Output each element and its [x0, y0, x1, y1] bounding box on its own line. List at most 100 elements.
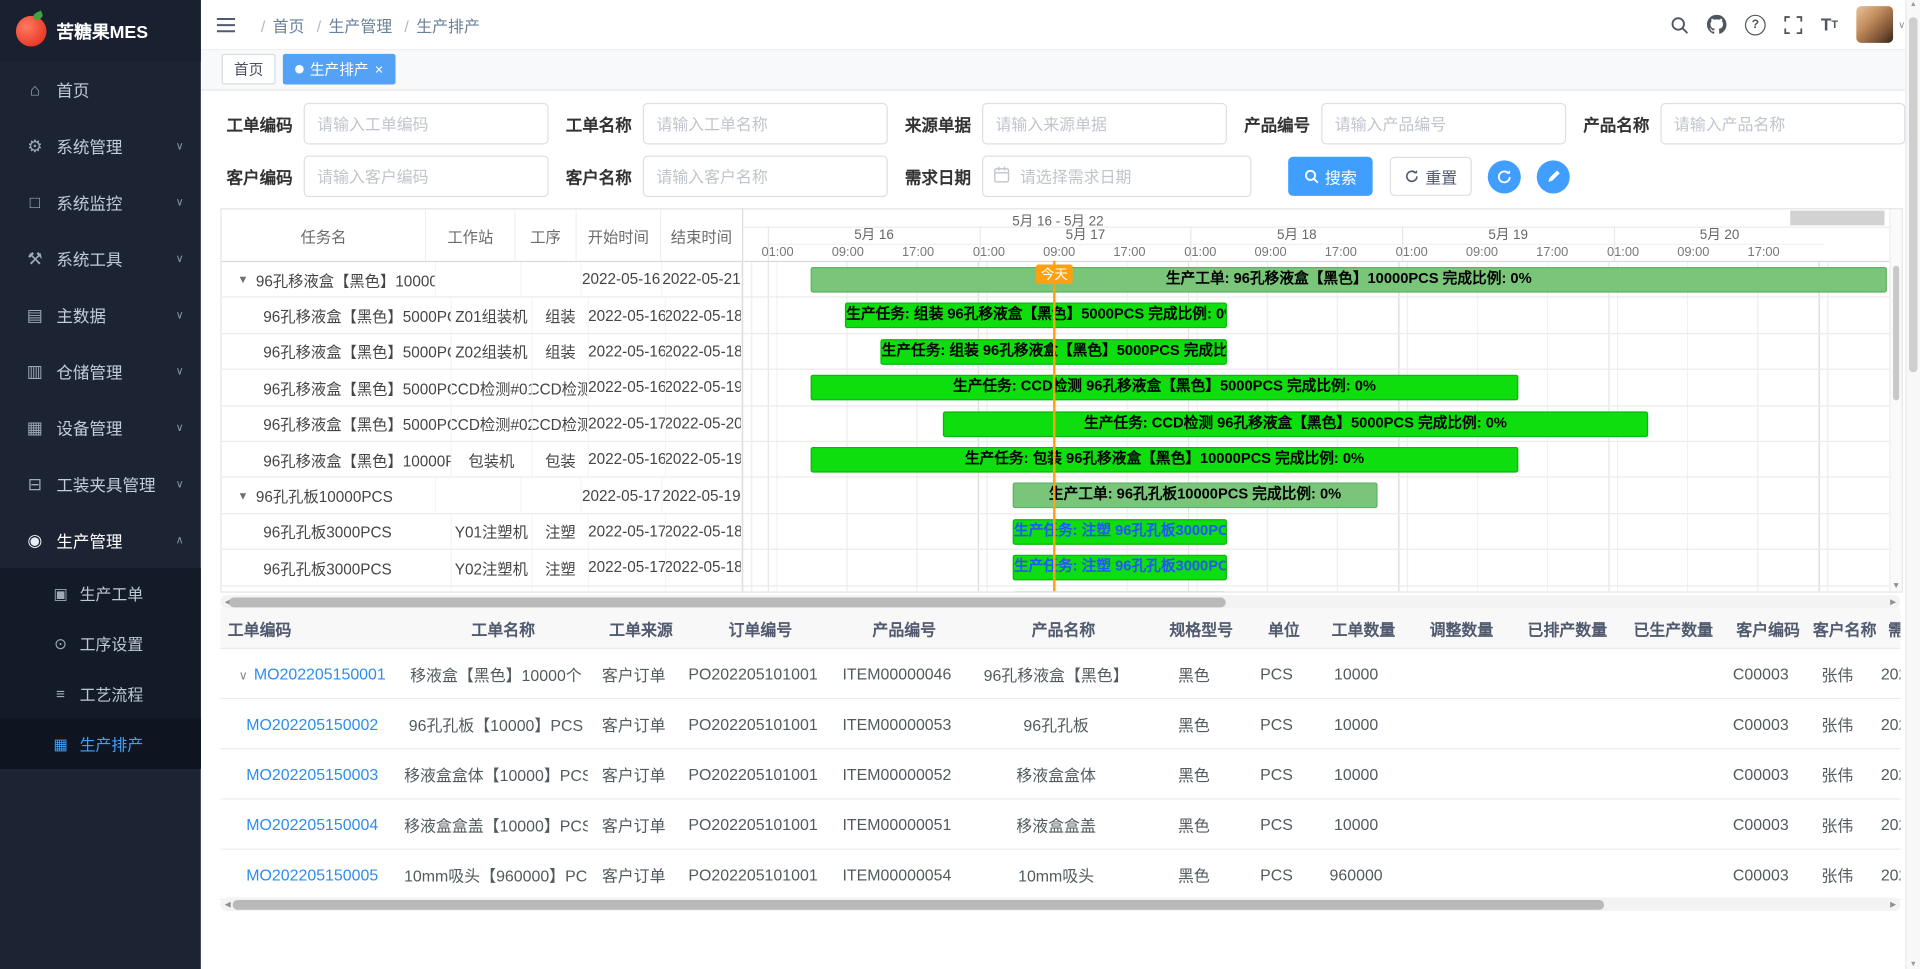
scroll-down-icon[interactable]: ▼: [1891, 582, 1902, 591]
filter-input[interactable]: [1321, 103, 1566, 145]
gantt-day-label: 5月 18: [1192, 227, 1402, 245]
scrollbar-thumb[interactable]: [229, 597, 1226, 607]
sidebar-menu-item[interactable]: ◉ 生产管理: [0, 512, 201, 568]
user-menu[interactable]: ∨: [1856, 6, 1905, 43]
table-row[interactable]: MO202205150002 96孔孔板【10000】PCS 客户订单 PO20…: [220, 699, 1900, 749]
sidebar-menu-item[interactable]: ▥ 仓储管理: [0, 343, 201, 399]
table-row[interactable]: MO202205150005 10mm吸头【960000】PCS 客户订单 PO…: [220, 850, 1900, 900]
order-code-link[interactable]: MO202205150005: [246, 865, 378, 883]
gantt-bar[interactable]: 生产任务: 注塑 96孔孔板3000PCS 完成比例: 0%: [1013, 519, 1227, 545]
github-icon[interactable]: [1707, 15, 1727, 35]
gantt-hour-label: 01:00: [1396, 245, 1428, 261]
table-row[interactable]: MO202205150003 移液盒盒体【10000】PCS 客户订单 PO20…: [220, 749, 1900, 799]
sidebar-menu-item[interactable]: ⚒ 系统工具: [0, 230, 201, 286]
sidebar-menu-item[interactable]: □ 系统监控: [0, 174, 201, 230]
breadcrumb-item[interactable]: 生产排产: [395, 13, 483, 36]
close-icon[interactable]: [375, 62, 384, 77]
sidebar-collapse-icon[interactable]: [201, 17, 251, 33]
order-code-link[interactable]: MO202205150001: [254, 664, 386, 682]
orders-horizontal-scrollbar[interactable]: ◄ ►: [220, 898, 1900, 911]
gantt-chart: 任务名 工作站 工序 开始时间 结束时间 96孔移液盒【黑色】10000PCS …: [220, 208, 1902, 592]
gantt-bar[interactable]: 生产工单: 96孔移液盒【黑色】10000PCS 完成比例: 0%: [811, 267, 1887, 293]
sidebar-menu-item[interactable]: ▤ 主数据: [0, 287, 201, 343]
product-name-cell: 移液盒盒体: [967, 762, 1145, 785]
gantt-task-row[interactable]: 96孔移液盒【黑色】5000PCS CCD检测#01 CCD检测 2022-05…: [222, 370, 742, 406]
gantt-bar[interactable]: 生产任务: CCD检测 96孔移液盒【黑色】5000PCS 完成比例: 0%: [943, 411, 1648, 437]
sidebar-menu-item[interactable]: ⊟ 工装夹具管理: [0, 456, 201, 512]
order-code-link[interactable]: MO202205150003: [246, 765, 378, 783]
sidebar-menu-item[interactable]: ⚙ 系统管理: [0, 118, 201, 174]
monitor-icon: □: [24, 192, 45, 212]
order-code-link[interactable]: MO202205150004: [246, 815, 378, 833]
collapse-icon[interactable]: [238, 489, 249, 501]
gantt-end-date: 2022-05-19: [666, 370, 742, 405]
fixture-icon: ⊟: [24, 473, 45, 494]
gantt-bar-row: 生产任务: 注塑 96孔孔板3000PCS 完成比例: 0%: [743, 550, 1889, 586]
gantt-task-row[interactable]: 96孔移液盒【黑色】10000PCS 包装机 包装 2022-05-16 202…: [222, 442, 742, 478]
reset-button-label: 重置: [1425, 165, 1457, 188]
view-tab[interactable]: 首页: [222, 54, 276, 85]
filter-row-2: 客户编码 客户名称 需求日期: [227, 156, 1269, 198]
gantt-task-row[interactable]: 96孔孔板3000PCS Y01注塑机 注塑 2022-05-17 2022-0…: [222, 514, 742, 550]
reset-button[interactable]: 重置: [1390, 157, 1472, 196]
scroll-left-icon[interactable]: ◄: [223, 898, 233, 911]
gantt-task-row[interactable]: 96孔孔板10000PCS 2022-05-17 2022-05-19: [222, 478, 742, 514]
scrollbar-thumb[interactable]: [1892, 266, 1898, 401]
filter-input[interactable]: [982, 156, 1251, 198]
filter-input[interactable]: [982, 103, 1227, 145]
gantt-bar[interactable]: 生产任务: 组装 96孔移液盒【黑色】5000PCS 完成比例: 0%: [845, 303, 1227, 329]
avatar[interactable]: [1856, 6, 1893, 43]
filter-input[interactable]: [1660, 103, 1905, 145]
scroll-right-icon[interactable]: ►: [1888, 898, 1898, 911]
help-icon[interactable]: ?: [1745, 14, 1766, 35]
gantt-vertical-scrollbar[interactable]: ▼: [1889, 209, 1901, 591]
scroll-up-icon[interactable]: ▲: [1907, 1, 1920, 8]
view-tab[interactable]: 生产排产: [283, 54, 396, 85]
gantt-task-row[interactable]: 96孔孔板3000PCS Y03注塑机 注塑 2022-05-17 2022-0…: [222, 586, 742, 591]
sidebar-menu-item[interactable]: ▦ 设备管理: [0, 399, 201, 455]
sidebar-submenu-item[interactable]: ≡ 工艺流程: [0, 669, 201, 719]
gantt-task-row[interactable]: 96孔孔板3000PCS Y02注塑机 注塑 2022-05-17 2022-0…: [222, 550, 742, 586]
table-row[interactable]: MO202205150004 移液盒盒盖【10000】PCS 客户订单 PO20…: [220, 800, 1900, 850]
gantt-bar[interactable]: 生产任务: 包装 96孔移液盒【黑色】10000PCS 完成比例: 0%: [811, 447, 1519, 473]
gantt-bar[interactable]: 生产任务: CCD检测 96孔移液盒【黑色】5000PCS 完成比例: 0%: [811, 375, 1519, 401]
gantt-task-row[interactable]: 96孔移液盒【黑色】5000PCS Z02组装机 组装 2022-05-16 2…: [222, 334, 742, 370]
filter-input[interactable]: [304, 156, 549, 198]
search-button[interactable]: 搜索: [1288, 157, 1373, 196]
gantt-bar[interactable]: 生产任务: 注塑 96孔孔板3000PCS 完成比例: 0%: [1013, 591, 1227, 592]
expand-icon[interactable]: [239, 669, 248, 682]
breadcrumb-item[interactable]: 首页: [251, 13, 307, 36]
sidebar-submenu-item[interactable]: ▣ 生产工单: [0, 568, 201, 618]
breadcrumb-item[interactable]: 生产管理: [307, 13, 395, 36]
sidebar-menu-item[interactable]: ⌂ 首页: [0, 61, 201, 117]
scrollbar-thumb[interactable]: [233, 899, 1604, 909]
collapse-icon[interactable]: [238, 273, 249, 285]
font-size-icon[interactable]: TT: [1821, 15, 1838, 35]
order-code-link[interactable]: MO202205150002: [246, 714, 378, 732]
sidebar-submenu-item[interactable]: ⊙ 工序设置: [0, 618, 201, 668]
gantt-day-label: 5月 16: [769, 227, 979, 245]
gantt-station: [436, 262, 522, 297]
sidebar-submenu-item[interactable]: ▦ 生产排产: [0, 719, 201, 769]
gantt-bar[interactable]: 生产任务: 注塑 96孔孔板3000PCS 完成比例: 0%: [1013, 555, 1227, 581]
table-row[interactable]: MO202205150001 移液盒【黑色】10000个 客户订单 PO2022…: [220, 649, 1900, 699]
filter-input[interactable]: [643, 156, 888, 198]
scroll-right-icon[interactable]: ►: [1888, 595, 1898, 608]
filter-input[interactable]: [304, 103, 549, 145]
gantt-horizontal-scrollbar[interactable]: ◄ ►: [220, 595, 1900, 608]
gantt-task-row[interactable]: 96孔移液盒【黑色】10000PCS 2022-05-16 2022-05-21: [222, 262, 742, 298]
refresh-button[interactable]: [1488, 160, 1521, 193]
gantt-task-row[interactable]: 96孔移液盒【黑色】5000PCS Z01组装机 组装 2022-05-16 2…: [222, 298, 742, 334]
app-logo[interactable]: 苦糖果MES: [0, 0, 201, 61]
gantt-day-label: 5月 19: [1403, 227, 1613, 245]
gantt-bar[interactable]: 生产工单: 96孔孔板10000PCS 完成比例: 0%: [1013, 483, 1378, 509]
edit-button[interactable]: [1537, 160, 1570, 193]
search-icon[interactable]: [1670, 15, 1688, 33]
gantt-task-row[interactable]: 96孔移液盒【黑色】5000PCS CCD检测#02 CCD检测 2022-05…: [222, 406, 742, 442]
filter-input[interactable]: [643, 103, 888, 145]
fullscreen-icon[interactable]: [1784, 15, 1802, 33]
workorder-icon: ▣: [51, 584, 69, 602]
window-scrollbar[interactable]: ▲ ▼: [1905, 0, 1920, 969]
scroll-down-icon[interactable]: ▼: [1907, 961, 1920, 968]
scrollbar-thumb[interactable]: [1908, 17, 1917, 372]
